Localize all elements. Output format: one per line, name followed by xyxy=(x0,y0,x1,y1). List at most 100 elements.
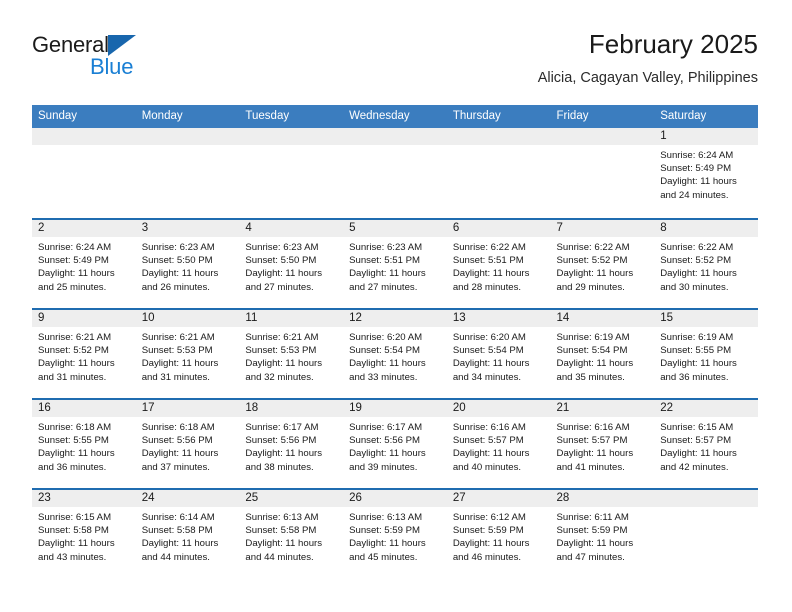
calendar-day-cell[interactable]: 19 Sunrise: 6:17 AM Sunset: 5:56 PM Dayligh… xyxy=(343,398,447,488)
sunrise-text: Sunrise: 6:22 AM xyxy=(556,242,630,253)
day-details: Sunrise: 6:16 AM Sunset: 5:57 PM Daylight:… xyxy=(551,417,655,474)
daylight-text: Daylight: 11 hours and 47 minutes. xyxy=(556,538,634,563)
day-cell-inner: 28 Sunrise: 6:11 AM Sunset: 5:59 PM Dayligh… xyxy=(550,488,655,578)
day-details: Sunrise: 6:11 AM Sunset: 5:59 PM Daylight:… xyxy=(551,507,655,564)
calendar-day-cell[interactable]: 9 Sunrise: 6:21 AM Sunset: 5:52 PM Daylight… xyxy=(32,308,136,398)
calendar-day-cell-empty xyxy=(550,128,655,218)
day-number xyxy=(135,128,240,145)
sunrise-text: Sunrise: 6:17 AM xyxy=(245,422,319,433)
sunrise-text: Sunrise: 6:18 AM xyxy=(141,422,215,433)
day-number xyxy=(343,128,447,145)
calendar-day-cell[interactable]: 3 Sunrise: 6:23 AM Sunset: 5:50 PM Daylight… xyxy=(135,218,240,308)
sunset-text: Sunset: 5:58 PM xyxy=(245,525,317,537)
calendar-day-cell[interactable]: 22 Sunrise: 6:15 AM Sunset: 5:57 PM Dayligh… xyxy=(654,398,758,488)
sunrise-text: Sunrise: 6:12 AM xyxy=(452,512,526,523)
calendar-day-cell[interactable]: 4 Sunrise: 6:23 AM Sunset: 5:50 PM Daylight… xyxy=(239,218,344,308)
calendar-day-cell[interactable]: 6 Sunrise: 6:22 AM Sunset: 5:51 PM Daylight… xyxy=(446,218,551,308)
calendar-day-cell-empty xyxy=(343,128,447,218)
calendar-day-cell[interactable]: 13 Sunrise: 6:20 AM Sunset: 5:54 PM Dayligh… xyxy=(446,308,551,398)
day-number: 3 xyxy=(135,218,240,237)
day-cell-inner: 20 Sunrise: 6:16 AM Sunset: 5:57 PM Dayligh… xyxy=(446,398,551,488)
calendar-day-cell[interactable]: 27 Sunrise: 6:12 AM Sunset: 5:59 PM Dayligh… xyxy=(446,488,551,578)
calendar-day-cell[interactable]: 16 Sunrise: 6:18 AM Sunset: 5:55 PM Dayligh… xyxy=(32,398,136,488)
calendar-day-cell[interactable]: 14 Sunrise: 6:19 AM Sunset: 5:54 PM Dayligh… xyxy=(550,308,655,398)
calendar-day-cell-empty xyxy=(32,128,136,218)
day-number: 1 xyxy=(654,128,758,145)
calendar-day-cell[interactable]: 2 Sunrise: 6:24 AM Sunset: 5:49 PM Daylight… xyxy=(32,218,136,308)
sunset-text: Sunset: 5:57 PM xyxy=(556,435,628,447)
calendar-page: General Blue February 2025 Alicia, Cagay… xyxy=(0,0,792,612)
day-details: Sunrise: 6:21 AM Sunset: 5:53 PM Daylight:… xyxy=(239,327,343,384)
daylight-text: Daylight: 11 hours and 37 minutes. xyxy=(141,448,219,473)
day-number: 9 xyxy=(32,308,136,327)
calendar-week-row: 23 Sunrise: 6:15 AM Sunset: 5:58 PM Dayligh… xyxy=(32,488,758,578)
calendar-day-cell[interactable]: 26 Sunrise: 6:13 AM Sunset: 5:59 PM Dayligh… xyxy=(343,488,447,578)
sunrise-text: Sunrise: 6:20 AM xyxy=(452,332,526,343)
calendar-day-cell[interactable]: 18 Sunrise: 6:17 AM Sunset: 5:56 PM Dayligh… xyxy=(239,398,344,488)
general-blue-logo[interactable]: General Blue xyxy=(32,32,272,88)
day-number: 12 xyxy=(343,308,447,327)
sunset-text: Sunset: 5:56 PM xyxy=(141,435,213,447)
day-details: Sunrise: 6:22 AM Sunset: 5:52 PM Daylight:… xyxy=(654,237,758,294)
day-cell-inner: 12 Sunrise: 6:20 AM Sunset: 5:54 PM Dayligh… xyxy=(343,308,447,398)
calendar-week-row: 1 Sunrise: 6:24 AM Sunset: 5:49 PM Daylight… xyxy=(32,128,758,218)
daylight-text: Daylight: 11 hours and 38 minutes. xyxy=(245,448,323,473)
day-cell-inner: 16 Sunrise: 6:18 AM Sunset: 5:55 PM Dayligh… xyxy=(32,398,136,488)
daylight-text: Daylight: 11 hours and 32 minutes. xyxy=(245,358,323,383)
calendar-day-cell[interactable]: 24 Sunrise: 6:14 AM Sunset: 5:58 PM Dayligh… xyxy=(135,488,240,578)
sunset-text: Sunset: 5:52 PM xyxy=(38,345,109,357)
daylight-text: Daylight: 11 hours and 36 minutes. xyxy=(660,358,737,383)
day-details xyxy=(136,145,240,149)
calendar-day-cell[interactable]: 5 Sunrise: 6:23 AM Sunset: 5:51 PM Daylight… xyxy=(343,218,447,308)
calendar-day-cell[interactable]: 15 Sunrise: 6:19 AM Sunset: 5:55 PM Dayligh… xyxy=(654,308,758,398)
day-cell-inner: 1 Sunrise: 6:24 AM Sunset: 5:49 PM Daylight… xyxy=(654,128,758,218)
sunset-text: Sunset: 5:51 PM xyxy=(452,255,524,267)
daylight-text: Daylight: 11 hours and 27 minutes. xyxy=(245,268,323,293)
day-number xyxy=(550,128,655,145)
day-details: Sunrise: 6:24 AM Sunset: 5:49 PM Daylight:… xyxy=(32,237,136,294)
calendar-day-cell[interactable]: 21 Sunrise: 6:16 AM Sunset: 5:57 PM Dayligh… xyxy=(550,398,655,488)
day-number: 18 xyxy=(239,398,344,417)
calendar-day-cell[interactable]: 25 Sunrise: 6:13 AM Sunset: 5:58 PM Dayligh… xyxy=(239,488,344,578)
weekday-header-saturday: Saturday xyxy=(654,105,758,128)
daylight-text: Daylight: 11 hours and 39 minutes. xyxy=(349,448,426,473)
calendar-day-cell[interactable]: 28 Sunrise: 6:11 AM Sunset: 5:59 PM Dayligh… xyxy=(550,488,655,578)
sunrise-text: Sunrise: 6:18 AM xyxy=(38,422,112,433)
calendar-day-cell[interactable]: 23 Sunrise: 6:15 AM Sunset: 5:58 PM Dayligh… xyxy=(32,488,136,578)
calendar-day-cell[interactable]: 10 Sunrise: 6:21 AM Sunset: 5:53 PM Dayligh… xyxy=(135,308,240,398)
day-details: Sunrise: 6:23 AM Sunset: 5:51 PM Daylight:… xyxy=(343,237,447,294)
sunrise-text: Sunrise: 6:15 AM xyxy=(38,512,112,523)
sunrise-text: Sunrise: 6:22 AM xyxy=(452,242,526,253)
calendar-day-cell[interactable]: 8 Sunrise: 6:22 AM Sunset: 5:52 PM Daylight… xyxy=(654,218,758,308)
sunrise-text: Sunrise: 6:22 AM xyxy=(660,242,734,253)
day-cell-inner: 4 Sunrise: 6:23 AM Sunset: 5:50 PM Daylight… xyxy=(239,218,344,308)
daylight-text: Daylight: 11 hours and 35 minutes. xyxy=(556,358,634,383)
day-number: 14 xyxy=(550,308,655,327)
day-details: Sunrise: 6:16 AM Sunset: 5:57 PM Daylight:… xyxy=(447,417,551,474)
day-cell-inner: 21 Sunrise: 6:16 AM Sunset: 5:57 PM Dayligh… xyxy=(550,398,655,488)
daylight-text: Daylight: 11 hours and 41 minutes. xyxy=(556,448,634,473)
calendar-day-cell[interactable]: 11 Sunrise: 6:21 AM Sunset: 5:53 PM Dayligh… xyxy=(239,308,344,398)
day-cell-inner: 18 Sunrise: 6:17 AM Sunset: 5:56 PM Dayligh… xyxy=(239,398,344,488)
calendar-day-cell[interactable]: 7 Sunrise: 6:22 AM Sunset: 5:52 PM Daylight… xyxy=(550,218,655,308)
day-details xyxy=(239,145,343,149)
sunset-text: Sunset: 5:54 PM xyxy=(349,345,421,357)
page-header: General Blue February 2025 Alicia, Cagay… xyxy=(32,28,758,98)
day-cell-inner xyxy=(654,488,758,578)
calendar-day-cell[interactable]: 12 Sunrise: 6:20 AM Sunset: 5:54 PM Dayligh… xyxy=(343,308,447,398)
calendar-day-cell[interactable]: 17 Sunrise: 6:18 AM Sunset: 5:56 PM Dayligh… xyxy=(135,398,240,488)
day-number xyxy=(32,128,136,145)
weekday-header-monday: Monday xyxy=(135,105,240,128)
day-details: Sunrise: 6:18 AM Sunset: 5:55 PM Daylight:… xyxy=(32,417,136,474)
day-details: Sunrise: 6:21 AM Sunset: 5:52 PM Daylight:… xyxy=(32,327,136,384)
sunrise-text: Sunrise: 6:23 AM xyxy=(349,242,423,253)
calendar-day-cell[interactable]: 20 Sunrise: 6:16 AM Sunset: 5:57 PM Dayligh… xyxy=(446,398,551,488)
sunset-text: Sunset: 5:59 PM xyxy=(556,525,628,537)
triangle-icon xyxy=(108,35,136,56)
weekday-header-thursday: Thursday xyxy=(446,105,551,128)
sunset-text: Sunset: 5:55 PM xyxy=(38,435,109,447)
day-details: Sunrise: 6:13 AM Sunset: 5:58 PM Daylight:… xyxy=(239,507,343,564)
calendar-day-cell[interactable]: 1 Sunrise: 6:24 AM Sunset: 5:49 PM Daylight… xyxy=(654,128,758,218)
day-details: Sunrise: 6:18 AM Sunset: 5:56 PM Daylight:… xyxy=(136,417,240,474)
daylight-text: Daylight: 11 hours and 44 minutes. xyxy=(245,538,323,563)
